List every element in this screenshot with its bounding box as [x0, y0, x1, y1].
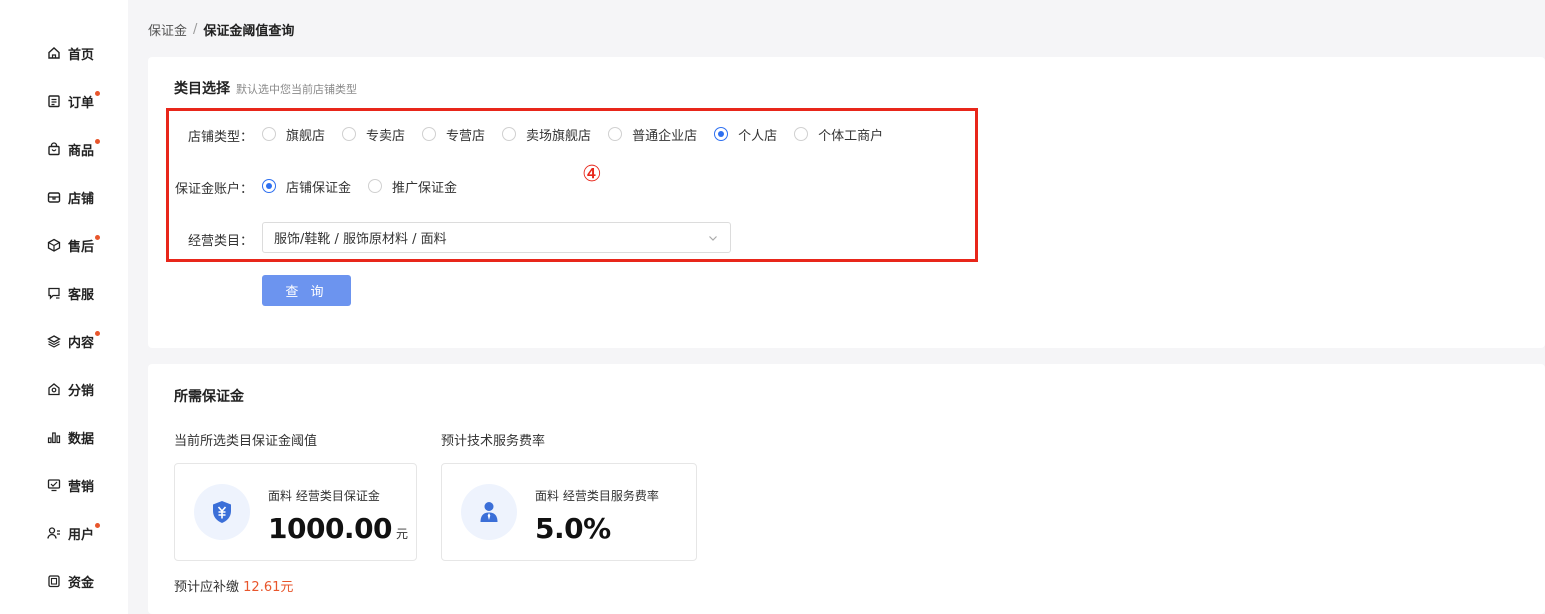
user-icon: [47, 526, 61, 540]
sidebar-item-marketing[interactable]: 营销: [47, 473, 94, 497]
breadcrumb: 保证金 / 保证金阈值查询: [148, 20, 294, 39]
sidebar-item-home[interactable]: 首页: [47, 41, 94, 65]
notification-dot: [95, 235, 101, 240]
rate-value: 5.0%: [535, 512, 611, 545]
sidebar-item-products[interactable]: 商品: [47, 137, 101, 161]
annotation-marker: ④: [582, 162, 602, 187]
annotation-highlight-frame: [166, 108, 978, 262]
chat-icon: [47, 286, 61, 300]
sidebar-item-funds[interactable]: 资金: [47, 569, 94, 593]
bar-chart-icon: [47, 430, 61, 444]
threshold-unit: 元: [396, 527, 408, 541]
sidebar-item-label: 分销: [68, 383, 95, 399]
marketing-icon: [47, 478, 61, 492]
sidebar-item-store[interactable]: 店铺: [47, 185, 94, 209]
sidebar-item-aftersale[interactable]: 售后: [47, 233, 101, 257]
sidebar-item-content[interactable]: 内容: [47, 329, 101, 353]
sidebar-item-label: 首页: [68, 47, 95, 63]
breadcrumb-separator: /: [193, 22, 198, 37]
sidebar-item-label: 店铺: [68, 191, 95, 207]
breadcrumb-current: 保证金阈值查询: [203, 24, 295, 39]
query-button[interactable]: 查 询: [262, 275, 351, 306]
supplement-amount: 12.61元: [243, 580, 294, 595]
order-icon: [47, 94, 61, 108]
threshold-value-row: 1000.00 元: [268, 512, 408, 545]
sidebar: 首页 订单 商品 店铺 售后 客服 内容 分销 数据 营销 用户 资金: [0, 0, 128, 614]
sidebar-item-label: 数据: [68, 431, 95, 447]
category-subtitle: 默认选中您当前店铺类型: [236, 83, 357, 96]
category-title: 类目选择: [174, 81, 230, 97]
distribution-icon: [47, 382, 61, 396]
sidebar-item-label: 用户: [68, 527, 95, 543]
sidebar-item-label: 资金: [68, 575, 95, 591]
supplement-info: 预计应补缴 12.61元: [174, 576, 293, 595]
rate-card: 面料 经营类目服务费率 5.0%: [441, 463, 697, 561]
supplement-label: 预计应补缴: [174, 580, 240, 595]
rate-label: 预计技术服务费率: [441, 434, 546, 449]
home-icon: [47, 46, 61, 60]
sidebar-item-label: 客服: [68, 287, 95, 303]
notification-dot: [95, 139, 101, 144]
sidebar-item-label: 售后: [68, 239, 95, 255]
box-icon: [47, 238, 61, 252]
rate-caption: 面料 经营类目服务费率: [535, 489, 659, 503]
sidebar-item-label: 订单: [68, 95, 95, 111]
threshold-card: 面料 经营类目保证金 1000.00 元: [174, 463, 417, 561]
deposit-title: 所需保证金: [174, 389, 244, 405]
layers-icon: [47, 334, 61, 348]
shield-yuan-icon: [194, 484, 250, 540]
sidebar-item-orders[interactable]: 订单: [47, 89, 101, 113]
breadcrumb-parent[interactable]: 保证金: [148, 20, 187, 39]
notification-dot: [95, 523, 101, 528]
sidebar-item-distribution[interactable]: 分销: [47, 377, 94, 401]
threshold-label: 当前所选类目保证金阈值: [174, 434, 318, 449]
threshold-caption: 面料 经营类目保证金: [268, 489, 380, 503]
person-icon: [461, 484, 517, 540]
notification-dot: [95, 331, 101, 336]
wallet-icon: [47, 574, 61, 588]
sidebar-item-users[interactable]: 用户: [47, 521, 101, 545]
category-section-title: 类目选择 默认选中您当前店铺类型: [174, 78, 357, 98]
sidebar-item-data[interactable]: 数据: [47, 425, 94, 449]
sidebar-item-label: 内容: [68, 335, 95, 351]
notification-dot: [95, 91, 101, 96]
sidebar-item-service[interactable]: 客服: [47, 281, 94, 305]
sidebar-item-label: 营销: [68, 479, 95, 495]
bag-icon: [47, 142, 61, 156]
store-icon: [47, 190, 61, 204]
sidebar-item-label: 商品: [68, 143, 95, 159]
threshold-value: 1000.00: [268, 512, 393, 545]
